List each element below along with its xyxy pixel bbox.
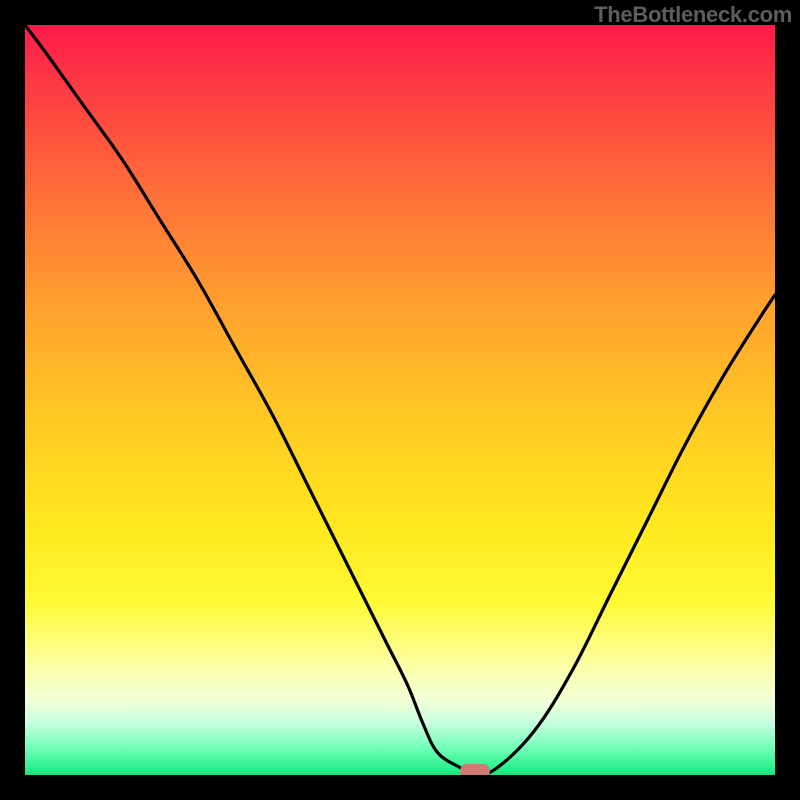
plot-area — [25, 25, 775, 775]
chart-frame: TheBottleneck.com — [0, 0, 800, 800]
bottleneck-curve — [25, 25, 775, 775]
curve-svg — [25, 25, 775, 775]
optimal-marker — [460, 764, 490, 775]
